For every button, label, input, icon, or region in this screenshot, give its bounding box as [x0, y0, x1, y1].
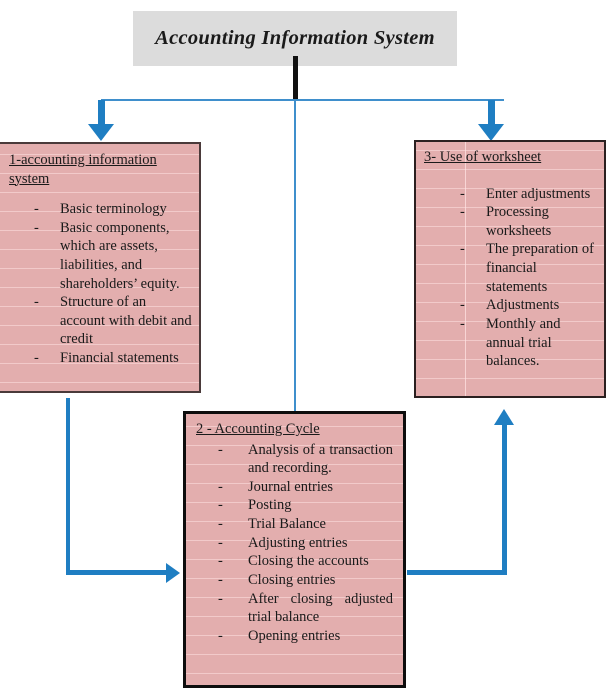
list-item: - Basic components, which are assets, lia…: [34, 219, 193, 294]
bullet-dash-icon: -: [34, 294, 39, 311]
list-item: - The preparation of financial statements: [460, 240, 598, 296]
arrow-box1-to-box2-vertical: [66, 398, 70, 574]
ruled-line: [0, 382, 199, 383]
bullet-dash-icon: -: [218, 534, 223, 551]
list-item-label: Basic components, which are assets, liab…: [60, 219, 180, 292]
title-stem-connector: [293, 56, 298, 100]
list-item-label: Enter adjustments: [486, 185, 591, 202]
bullet-dash-icon: -: [218, 497, 223, 514]
list-item: - Adjusting entries: [216, 534, 393, 553]
list-item-label: Closing entries: [248, 571, 336, 588]
list-item: - Closing entries: [216, 571, 393, 590]
list-item: - Posting: [216, 496, 393, 515]
arrow-box2-to-box3-head: [494, 409, 514, 425]
bullet-dash-icon: -: [460, 204, 465, 221]
box1-item-list: - Basic terminology - Basic components, whi…: [9, 200, 193, 368]
list-item: - Analysis of a transaction and recording…: [216, 441, 393, 478]
box-use-of-worksheet: 3- Use of worksheet - Enter adjustments - P…: [414, 140, 606, 398]
center-line-connector: [294, 99, 296, 411]
box-accounting-information-system: 1-accounting information system - Basic t…: [0, 142, 201, 393]
list-item: - Trial Balance: [216, 515, 393, 534]
box3-item-list: - Enter adjustments - Processing worksheets…: [424, 185, 598, 371]
bullet-dash-icon: -: [218, 553, 223, 570]
list-item: - After closing adjusted trial balance: [216, 590, 393, 627]
horizontal-bus-connector: [101, 99, 504, 101]
list-item-label: Analysis of a transaction and recording.: [248, 441, 393, 477]
list-item: - Enter adjustments: [460, 185, 598, 204]
list-item-label: Processing worksheets: [486, 204, 552, 239]
list-item: - Monthly and annual trial balances.: [460, 315, 598, 371]
list-item: - Structure of an account with debit and …: [34, 293, 193, 349]
bullet-dash-icon: -: [460, 315, 465, 332]
list-item: - Closing the accounts: [216, 552, 393, 571]
ruled-line: [416, 378, 604, 379]
box2-item-list: - Analysis of a transaction and recording…: [196, 441, 393, 646]
bullet-dash-icon: -: [218, 478, 223, 495]
list-item: - Opening entries: [216, 627, 393, 646]
list-item-label: Journal entries: [248, 478, 333, 495]
arrow-box2-to-box3-horizontal: [407, 570, 506, 575]
list-item: - Processing worksheets: [460, 203, 598, 240]
list-item-label: Structure of an account with debit and c…: [60, 294, 192, 348]
arrow-box1-to-box2-head: [166, 563, 180, 583]
list-item: - Financial statements: [34, 349, 193, 368]
bullet-dash-icon: -: [34, 201, 39, 218]
bullet-dash-icon: -: [460, 297, 465, 314]
bullet-dash-icon: -: [218, 571, 223, 588]
list-item: - Journal entries: [216, 478, 393, 497]
bullet-dash-icon: -: [218, 590, 223, 607]
list-item-label: Opening entries: [248, 627, 341, 644]
list-item-label: Trial Balance: [248, 516, 326, 533]
list-item-label: Basic terminology: [60, 201, 167, 218]
list-item-label: Monthly and annual trial balances.: [486, 315, 561, 370]
list-item-label: Closing the accounts: [248, 553, 369, 570]
bullet-dash-icon: -: [460, 241, 465, 258]
ruled-line: [186, 673, 403, 674]
page-title: Accounting Information System: [155, 27, 435, 49]
arrow-box1-to-box2-horizontal: [66, 570, 169, 575]
box3-heading: 3- Use of worksheet: [424, 149, 542, 165]
ruled-line: [186, 654, 403, 655]
list-item-label: Posting: [248, 497, 292, 514]
list-item-label: The preparation of financial statements: [486, 241, 594, 295]
list-item-label: Adjusting entries: [248, 534, 348, 551]
box-accounting-cycle: 2 - Accounting Cycle - Analysis of a tran…: [183, 411, 406, 688]
bullet-dash-icon: -: [34, 219, 39, 236]
list-item: - Adjustments: [460, 296, 598, 315]
list-item-label: Adjustments: [486, 297, 560, 314]
list-item-label: Financial statements: [60, 350, 179, 367]
list-item-label: After closing adjusted trial balance: [248, 590, 393, 626]
arrow-box2-to-box3-vertical: [502, 424, 507, 575]
bullet-dash-icon: -: [218, 627, 223, 644]
bullet-dash-icon: -: [218, 441, 223, 458]
arrow-to-box1-head: [88, 124, 114, 141]
list-item: - Basic terminology: [34, 200, 193, 219]
bullet-dash-icon: -: [218, 516, 223, 533]
box1-heading: 1-accounting information system: [9, 152, 157, 187]
arrow-to-box3-head: [478, 124, 504, 141]
bullet-dash-icon: -: [460, 185, 465, 202]
bullet-dash-icon: -: [34, 350, 39, 367]
box2-heading: 2 - Accounting Cycle: [196, 421, 320, 437]
